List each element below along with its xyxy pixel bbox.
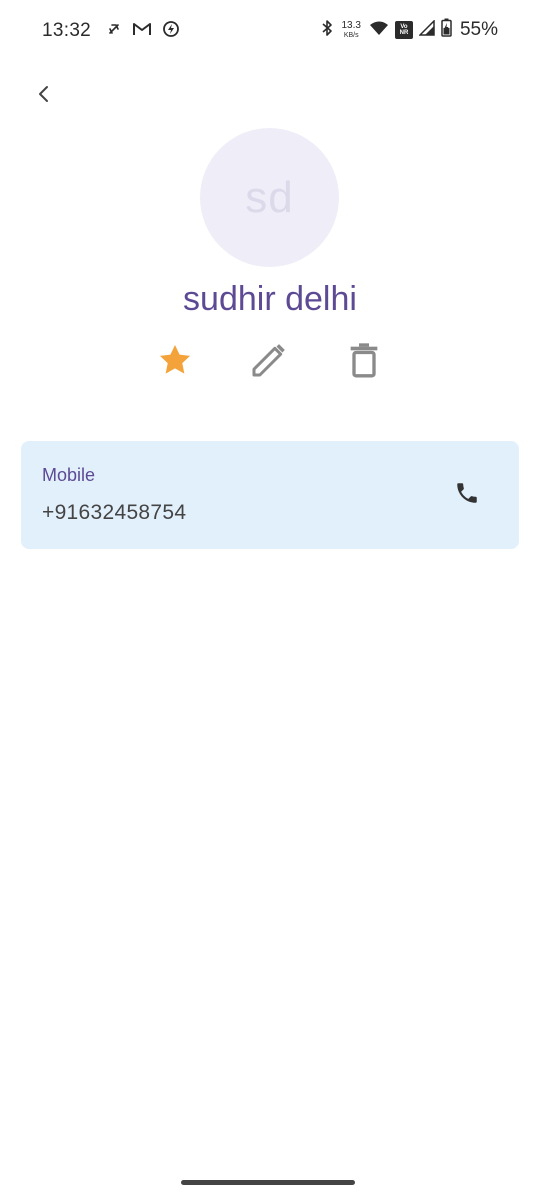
phone-card[interactable]: Mobile +91632458754	[21, 441, 519, 549]
phone-number: +91632458754	[42, 501, 187, 524]
bluetooth-icon	[320, 19, 334, 42]
pencil-icon	[249, 340, 289, 385]
data-saver-icon	[162, 20, 180, 38]
status-right-icons: 13.3 KB/s Vo NR 55%	[320, 18, 498, 42]
network-speed: 13.3 KB/s	[341, 20, 361, 40]
contact-actions	[0, 340, 540, 384]
battery-charging-icon	[441, 18, 452, 42]
phone-icon	[454, 480, 480, 511]
battery-percent: 55%	[459, 19, 498, 40]
network-speed-value: 13.3	[341, 20, 361, 31]
avatar-initials: sd	[245, 172, 294, 222]
status-time: 13:32	[42, 20, 92, 41]
phone-label: Mobile	[42, 465, 96, 485]
network-speed-unit: KB/s	[343, 32, 359, 39]
gmail-icon	[132, 21, 152, 37]
call-button[interactable]	[451, 479, 483, 511]
avatar: sd	[200, 128, 339, 267]
delete-button[interactable]	[342, 340, 386, 384]
contact-name: sudhir delhi	[183, 280, 357, 318]
back-button[interactable]	[26, 78, 62, 114]
chevron-left-icon	[34, 84, 54, 109]
trash-icon	[344, 340, 384, 385]
silent-icon	[106, 21, 122, 37]
edit-button[interactable]	[247, 340, 291, 384]
status-bar: 13:32 13.3 KB/s Vo NR 55%	[0, 0, 540, 62]
gesture-navigation-bar[interactable]	[181, 1180, 355, 1185]
volte-badge: Vo NR	[394, 21, 413, 39]
star-icon	[156, 341, 194, 384]
cellular-signal-icon	[418, 18, 435, 41]
volte-bottom-text: NR	[399, 30, 409, 36]
contact-detail-screen: 13:32 13.3 KB/s Vo NR 55% sd sudhir delh…	[0, 0, 540, 1196]
wifi-icon	[369, 20, 389, 41]
status-left-icons	[106, 20, 180, 38]
favorite-button[interactable]	[153, 340, 197, 384]
